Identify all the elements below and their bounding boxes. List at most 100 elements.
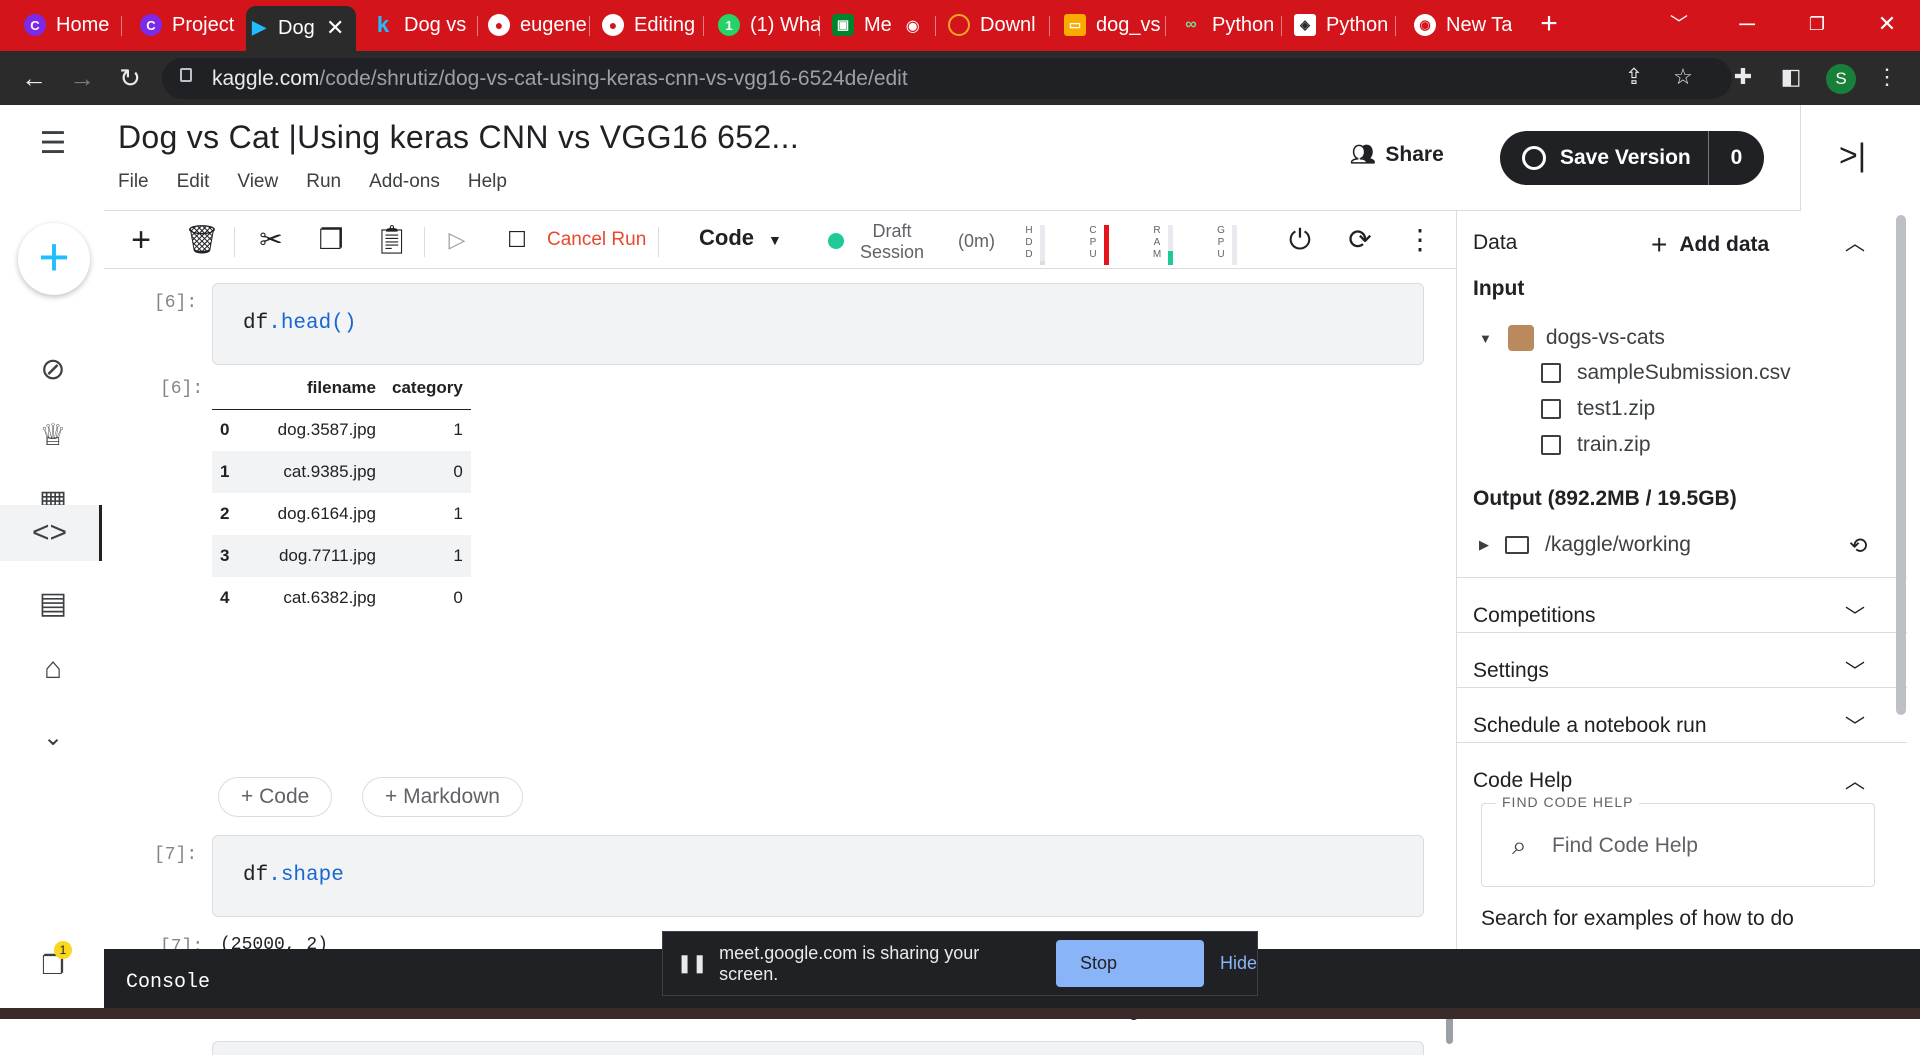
cpu-meter[interactable]: CPU bbox=[1088, 225, 1114, 265]
discussions-icon[interactable]: ▤ bbox=[20, 575, 86, 631]
copy-icon[interactable]: ❐ bbox=[314, 223, 348, 257]
code-cell[interactable]: df.shape bbox=[212, 835, 1424, 917]
run-cell-icon[interactable]: ▷ bbox=[440, 223, 474, 257]
hamburger-menu-icon[interactable]: ☰ bbox=[20, 115, 86, 171]
browser-tab-active[interactable]: ▶ Dog ✕ bbox=[246, 6, 356, 51]
file-item[interactable]: test1.zip bbox=[1541, 397, 1655, 421]
add-code-cell-button[interactable]: + Code bbox=[218, 777, 333, 817]
share-button[interactable]: 👥︎ Share bbox=[1350, 142, 1444, 167]
bookmark-star-icon[interactable]: ☆ bbox=[1668, 64, 1698, 90]
menu-help[interactable]: Help bbox=[468, 171, 507, 193]
back-button[interactable]: ← bbox=[16, 63, 52, 95]
gpu-meter[interactable]: GPU bbox=[1216, 225, 1242, 265]
restart-icon[interactable]: ⟳ bbox=[1340, 223, 1380, 257]
notebook-title[interactable]: Dog vs Cat |Using keras CNN vs VGG16 652… bbox=[118, 119, 799, 156]
section-label: Competitions bbox=[1473, 604, 1596, 627]
cell-prompt: [7]: bbox=[154, 845, 198, 865]
more-chevron-icon[interactable]: ⌄ bbox=[20, 709, 86, 765]
file-item[interactable]: sampleSubmission.csv bbox=[1541, 361, 1791, 385]
url-field[interactable]: kaggle.com /code/shrutiz/dog-vs-cat-usin… bbox=[162, 58, 1732, 99]
share-page-icon[interactable]: ⇪ bbox=[1619, 64, 1649, 90]
code-nav-icon[interactable]: <> bbox=[0, 505, 102, 561]
output-dir-item[interactable]: ▶ /kaggle/working bbox=[1479, 533, 1691, 557]
side-panel-icon[interactable]: ◧ bbox=[1776, 64, 1806, 90]
cancel-run-button[interactable]: Cancel Run bbox=[547, 229, 646, 251]
chevron-down-icon: ﹀ bbox=[1845, 661, 1865, 683]
close-tab-icon[interactable]: ✕ bbox=[326, 15, 344, 41]
tab-separator bbox=[477, 16, 478, 36]
ram-meter[interactable]: RAM bbox=[1152, 225, 1178, 265]
browser-menu-icon[interactable]: ⋮ bbox=[1872, 64, 1902, 90]
browser-tab[interactable]: ▣ Me ◉ bbox=[830, 4, 936, 47]
profile-avatar[interactable]: S bbox=[1826, 64, 1856, 94]
lock-icon[interactable] bbox=[180, 68, 192, 82]
browser-tab[interactable]: ▭ dog_vs bbox=[1062, 4, 1166, 47]
find-code-help-field[interactable]: FIND CODE HELP ⌕ Find Code Help bbox=[1481, 794, 1875, 887]
add-data-button[interactable]: + Add data bbox=[1651, 229, 1769, 261]
code-cell[interactable] bbox=[212, 1041, 1424, 1055]
browser-tab[interactable]: ∞ Python bbox=[1178, 4, 1282, 47]
plus-icon: + bbox=[1651, 229, 1668, 260]
collapse-panel-icon[interactable]: >| bbox=[1800, 105, 1904, 211]
menu-file[interactable]: File bbox=[118, 171, 149, 193]
extensions-icon[interactable]: ✚ bbox=[1728, 64, 1758, 90]
browser-tab[interactable]: k Dog vs bbox=[370, 4, 478, 47]
reload-button[interactable]: ↻ bbox=[112, 63, 148, 95]
file-item[interactable]: train.zip bbox=[1541, 433, 1651, 457]
refresh-output-icon[interactable]: ⟲ bbox=[1849, 533, 1867, 559]
settings-section[interactable]: Settings ﹀ bbox=[1457, 632, 1907, 687]
menu-view[interactable]: View bbox=[237, 171, 278, 193]
cell-filename: dog.6164.jpg bbox=[277, 504, 376, 523]
add-markdown-cell-button[interactable]: + Markdown bbox=[362, 777, 523, 817]
recently-viewed-icon[interactable]: ❐ 1 bbox=[20, 937, 86, 993]
hide-banner-button[interactable]: Hide bbox=[1220, 953, 1257, 974]
session-status[interactable]: Draft Session bbox=[860, 221, 924, 263]
browser-tab[interactable]: 1 (1) Wha bbox=[716, 4, 820, 47]
browser-tab[interactable]: ◉ New Ta bbox=[1412, 4, 1512, 47]
code-attribute: .shape bbox=[268, 864, 344, 887]
cell-type-select[interactable]: Code ▼ bbox=[699, 225, 782, 251]
save-version-button[interactable]: Save Version 0 bbox=[1500, 131, 1764, 185]
more-options-icon[interactable]: ⋮ bbox=[1400, 223, 1440, 257]
power-icon[interactable]: ⏻ bbox=[1280, 223, 1320, 257]
table-row: 1 cat.9385.jpg 0 bbox=[212, 451, 471, 493]
tab-label: Downl bbox=[980, 14, 1036, 36]
browser-tab[interactable]: C Home bbox=[22, 4, 122, 47]
hdd-meter[interactable]: HDD bbox=[1024, 225, 1050, 265]
courses-icon[interactable]: ⌂ bbox=[20, 641, 86, 697]
menu-add-ons[interactable]: Add-ons bbox=[369, 171, 440, 193]
browser-tab[interactable]: ◈ Python bbox=[1292, 4, 1396, 47]
toolbar-divider bbox=[234, 227, 235, 257]
browser-tab[interactable]: ● Editing bbox=[600, 4, 704, 47]
browser-tab[interactable]: C Project bbox=[138, 4, 242, 47]
browser-tab[interactable]: ● eugene bbox=[486, 4, 590, 47]
cut-icon[interactable]: ✂ bbox=[254, 223, 288, 257]
competitions-trophy-icon[interactable]: ♕ bbox=[20, 407, 86, 463]
close-window-button[interactable]: ✕ bbox=[1862, 6, 1912, 42]
sidebar-scrollbar[interactable] bbox=[1896, 215, 1906, 715]
forward-button[interactable]: → bbox=[64, 63, 100, 95]
dataset-tree-item[interactable]: ▼ dogs-vs-cats bbox=[1479, 325, 1665, 351]
delete-cell-icon[interactable]: 🗑︎ bbox=[184, 223, 220, 257]
browser-tab[interactable]: Downl bbox=[946, 4, 1050, 47]
restore-button[interactable]: ❐ bbox=[1792, 6, 1842, 42]
new-tab-button[interactable]: + bbox=[1524, 6, 1574, 42]
add-cell-icon[interactable]: + bbox=[124, 223, 158, 257]
minimize-button[interactable]: ─ bbox=[1722, 6, 1772, 42]
menu-run[interactable]: Run bbox=[306, 171, 341, 193]
stop-sharing-button[interactable]: Stop sharing bbox=[1055, 940, 1204, 1020]
explore-compass-icon[interactable]: ⊘ bbox=[20, 341, 86, 397]
tab-separator bbox=[1395, 16, 1396, 36]
competitions-section[interactable]: Competitions ﹀ bbox=[1457, 577, 1907, 632]
chevron-up-icon[interactable]: ︿ bbox=[1845, 227, 1865, 256]
stop-icon[interactable]: ☐ bbox=[500, 223, 534, 257]
version-count: 0 bbox=[1730, 146, 1743, 169]
schedule-run-section[interactable]: Schedule a notebook run ﹀ bbox=[1457, 687, 1907, 742]
tab-label: Editing bbox=[634, 14, 696, 36]
create-button[interactable]: + bbox=[18, 223, 90, 295]
paste-icon[interactable]: 📋︎ bbox=[374, 223, 410, 257]
tab-search-chevron-icon[interactable]: ﹀ bbox=[1654, 6, 1704, 42]
menu-bar: File Edit View Run Add-ons Help bbox=[118, 171, 535, 193]
menu-edit[interactable]: Edit bbox=[177, 171, 210, 193]
code-cell[interactable]: df.head() bbox=[212, 283, 1424, 365]
